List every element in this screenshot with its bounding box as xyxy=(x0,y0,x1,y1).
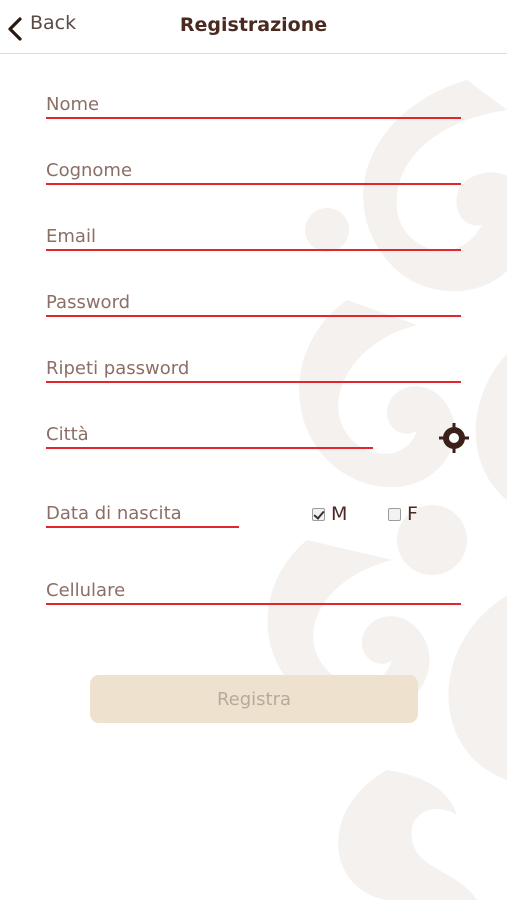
email-input[interactable] xyxy=(46,226,461,247)
gender-male-option[interactable]: M xyxy=(312,503,347,525)
email-field-wrap xyxy=(46,219,461,251)
nav-header: Back Registrazione xyxy=(0,0,507,54)
register-button[interactable]: Registra xyxy=(90,675,418,723)
citta-input[interactable] xyxy=(46,424,373,445)
gender-male-label: M xyxy=(331,503,348,525)
cognome-field-wrap xyxy=(46,153,461,185)
gender-female-option[interactable]: F xyxy=(388,503,418,525)
password-input[interactable] xyxy=(46,292,461,313)
nome-input[interactable] xyxy=(46,94,461,115)
ornament-watermark xyxy=(267,80,507,900)
ripeti-password-field-wrap xyxy=(46,351,461,383)
password-field-wrap xyxy=(46,285,461,317)
location-target-icon[interactable] xyxy=(439,423,469,453)
citta-field-wrap xyxy=(46,417,373,449)
gender-female-label: F xyxy=(407,503,418,525)
data-nascita-input[interactable] xyxy=(46,503,239,524)
cognome-input[interactable] xyxy=(46,160,461,181)
cellulare-input[interactable] xyxy=(46,580,461,601)
nome-field-wrap xyxy=(46,87,461,119)
ripeti-password-input[interactable] xyxy=(46,358,461,379)
gender-male-checkbox[interactable] xyxy=(312,507,325,521)
cellulare-field-wrap xyxy=(46,573,461,605)
data-nascita-field-wrap xyxy=(46,496,239,528)
page-title: Registrazione xyxy=(179,14,328,36)
gender-female-checkbox[interactable] xyxy=(388,507,401,521)
registration-screen: Back Registrazione M F xyxy=(0,0,507,900)
